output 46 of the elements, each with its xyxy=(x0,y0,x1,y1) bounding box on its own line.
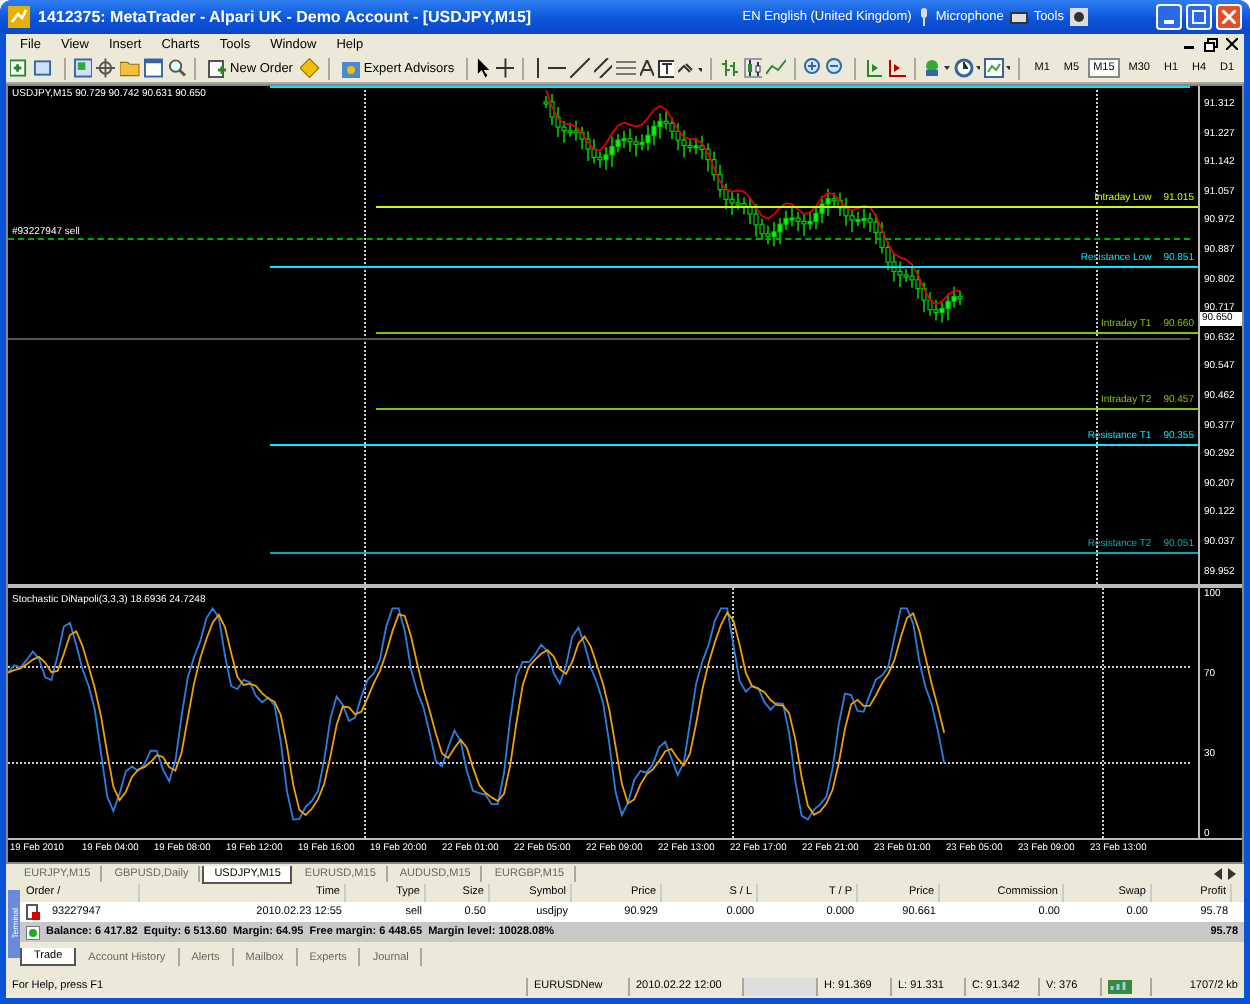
cursor-icon[interactable] xyxy=(476,58,492,78)
bar-chart-icon[interactable] xyxy=(720,58,740,78)
window-icon[interactable] xyxy=(144,58,164,78)
scroll-right-icon[interactable] xyxy=(1226,868,1236,880)
text-label-icon[interactable] xyxy=(657,59,675,77)
vertical-line-icon[interactable] xyxy=(532,58,544,78)
app-icon xyxy=(8,6,30,28)
zoom-out-icon[interactable] xyxy=(826,58,846,78)
navigator-icon[interactable] xyxy=(73,58,93,78)
close-button[interactable] xyxy=(1216,4,1242,30)
trendline-icon[interactable] xyxy=(570,58,590,78)
template-icon[interactable] xyxy=(984,58,1011,78)
fibonacci-icon[interactable] xyxy=(616,58,636,78)
microphone-icon xyxy=(917,8,930,26)
clock-icon[interactable] xyxy=(953,58,981,78)
restore-icon[interactable] xyxy=(1204,37,1218,51)
diamond-icon[interactable] xyxy=(300,58,320,78)
arrows-dropdown-icon[interactable] xyxy=(678,59,703,77)
candlestick-icon[interactable] xyxy=(743,58,763,78)
document-plus-icon xyxy=(208,59,227,77)
magnifier-icon[interactable] xyxy=(167,58,187,78)
crosshair-icon[interactable] xyxy=(96,58,116,78)
zoom-in-icon[interactable] xyxy=(803,58,823,78)
close-icon xyxy=(1222,10,1236,24)
text-tool[interactable] xyxy=(639,60,654,76)
tools-icon xyxy=(1009,9,1028,25)
minimize-button[interactable] xyxy=(1156,4,1182,30)
line-chart-icon[interactable] xyxy=(766,58,786,78)
folder-icon[interactable] xyxy=(119,58,141,78)
help-icon[interactable] xyxy=(1070,8,1088,26)
channel-icon[interactable] xyxy=(593,58,613,78)
connection-icon xyxy=(1108,979,1132,993)
robot-icon xyxy=(341,59,360,77)
close-icon[interactable] xyxy=(1226,38,1238,50)
status-dot-icon xyxy=(26,925,40,939)
status-panel xyxy=(742,977,816,995)
maximize-button[interactable] xyxy=(1186,4,1212,30)
window-icon[interactable] xyxy=(34,58,56,78)
scroll-left-icon[interactable] xyxy=(1214,868,1224,880)
indicators-icon[interactable] xyxy=(923,58,950,78)
window-title: 1412375: MetaTrader - Alpari UK - Demo Account - [USDJPY,M15] xyxy=(38,8,532,26)
new-chart-icon[interactable] xyxy=(10,58,31,78)
autoscroll-icon[interactable] xyxy=(886,58,906,78)
maximize-icon xyxy=(1192,10,1206,24)
crosshair-icon[interactable] xyxy=(495,58,515,78)
chart-shift-icon[interactable] xyxy=(863,58,883,78)
